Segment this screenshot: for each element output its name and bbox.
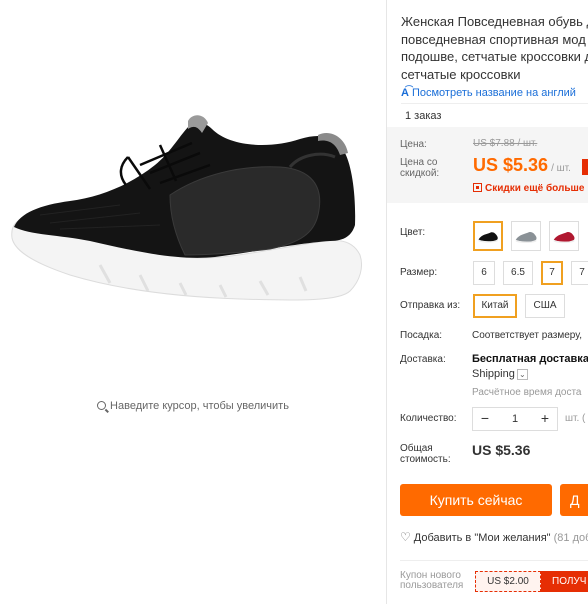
delivery-label: Доставка:: [400, 354, 446, 365]
translate-title-link[interactable]: A͡ Посмотреть название на англий: [401, 87, 576, 99]
coupon-divider: [400, 560, 588, 561]
quantity-increase-button[interactable]: +: [535, 408, 555, 430]
product-gallery: Наведите курсор, чтобы увеличить: [0, 0, 386, 604]
color-swatch-black[interactable]: [473, 221, 503, 251]
ship-from-china[interactable]: Китай: [473, 294, 517, 318]
chevron-down-icon[interactable]: ⌄: [516, 369, 528, 380]
size-option[interactable]: 6.5: [503, 261, 533, 285]
ship-from-label: Отправка из:: [400, 300, 461, 311]
color-swatch-grey[interactable]: [511, 221, 541, 251]
price-block: Цена: US $7.88 / шт. Цена со скидкой: US…: [387, 127, 588, 203]
coupon-amount: US $2.00: [475, 571, 541, 592]
more-discounts-text[interactable]: Скидки ещё больше: [485, 183, 584, 194]
translate-link-text[interactable]: Посмотреть название на англий: [412, 87, 576, 99]
buy-now-button[interactable]: Купить сейчас: [400, 484, 552, 516]
zoom-hint-text: Наведите курсор, чтобы увеличить: [110, 400, 289, 412]
fit-value: Соответствует размеру,: [472, 330, 583, 341]
size-option-selected[interactable]: 7: [541, 261, 563, 285]
title-line: Женская Повседневная обувь д: [401, 14, 588, 29]
wishlist-text[interactable]: Добавить в "Мои желания": [414, 532, 551, 544]
translate-icon: A͡: [401, 87, 409, 99]
fit-label: Посадка:: [400, 330, 443, 341]
price-label: Цена:: [400, 139, 427, 150]
quantity-label: Количество:: [400, 413, 457, 424]
title-line: подошве, сетчатые кроссовки д: [401, 49, 588, 64]
orders-text: 1 заказ: [405, 110, 442, 122]
black-sneaker-thumbnail: [478, 232, 498, 243]
add-to-cart-button[interactable]: Д: [560, 484, 588, 516]
size-option[interactable]: 7: [571, 261, 588, 285]
discount-flag: [582, 159, 588, 175]
delivery-method-select[interactable]: Shipping ⌄: [472, 368, 528, 380]
product-info-panel: Женская Повседневная обувь д повседневна…: [387, 0, 588, 604]
quantity-stepper: − 1 +: [472, 407, 558, 431]
coupon-label: Купон нового пользователя: [400, 570, 464, 591]
ship-from-usa[interactable]: США: [525, 294, 565, 318]
qr-code-icon: [473, 183, 482, 192]
title-line: повседневная спортивная мод: [401, 31, 586, 47]
total-label: Общая стоимость:: [400, 443, 451, 465]
quantity-unit: шт. (: [565, 413, 586, 424]
main-product-image[interactable]: [0, 95, 386, 325]
discount-price-label: Цена со скидкой:: [400, 157, 440, 179]
size-option[interactable]: 6: [473, 261, 495, 285]
discount-price-value: US $5.36: [473, 155, 549, 175]
heart-icon: ♡: [400, 530, 411, 544]
grey-sneaker-thumbnail: [515, 232, 537, 243]
original-price: US $7.88 / шт.: [473, 138, 538, 149]
more-discounts-link[interactable]: Скидки ещё больше: [473, 183, 584, 194]
color-swatch-red[interactable]: [549, 221, 579, 251]
quantity-input[interactable]: 1: [493, 408, 537, 430]
red-sneaker-thumbnail: [553, 232, 575, 243]
orders-count: 1 заказ: [401, 103, 588, 125]
wishlist-count: (81 доб: [553, 532, 588, 544]
title-line: сетчатые кроссовки: [401, 66, 521, 82]
discount-price: US $5.36/ шт.: [473, 155, 571, 176]
magnifier-icon: [97, 401, 107, 410]
delivery-time: Расчётное время доста: [472, 387, 582, 398]
get-coupon-button[interactable]: ПОЛУЧ: [541, 571, 588, 592]
color-label: Цвет:: [400, 227, 426, 238]
zoom-hint: Наведите курсор, чтобы увеличить: [0, 400, 386, 412]
total-value: US $5.36: [472, 442, 531, 458]
add-to-wishlist-link[interactable]: ♡ Добавить в "Мои желания" (81 доб: [400, 530, 588, 544]
price-unit: / шт.: [551, 163, 571, 174]
product-title: Женская Повседневная обувь д повседневна…: [401, 13, 588, 83]
sneaker-image: [11, 115, 363, 301]
size-label: Размер:: [400, 267, 438, 278]
delivery-method-text[interactable]: Shipping: [472, 368, 515, 380]
delivery-title: Бесплатная доставка в: [472, 353, 588, 365]
quantity-decrease-button[interactable]: −: [475, 408, 495, 430]
